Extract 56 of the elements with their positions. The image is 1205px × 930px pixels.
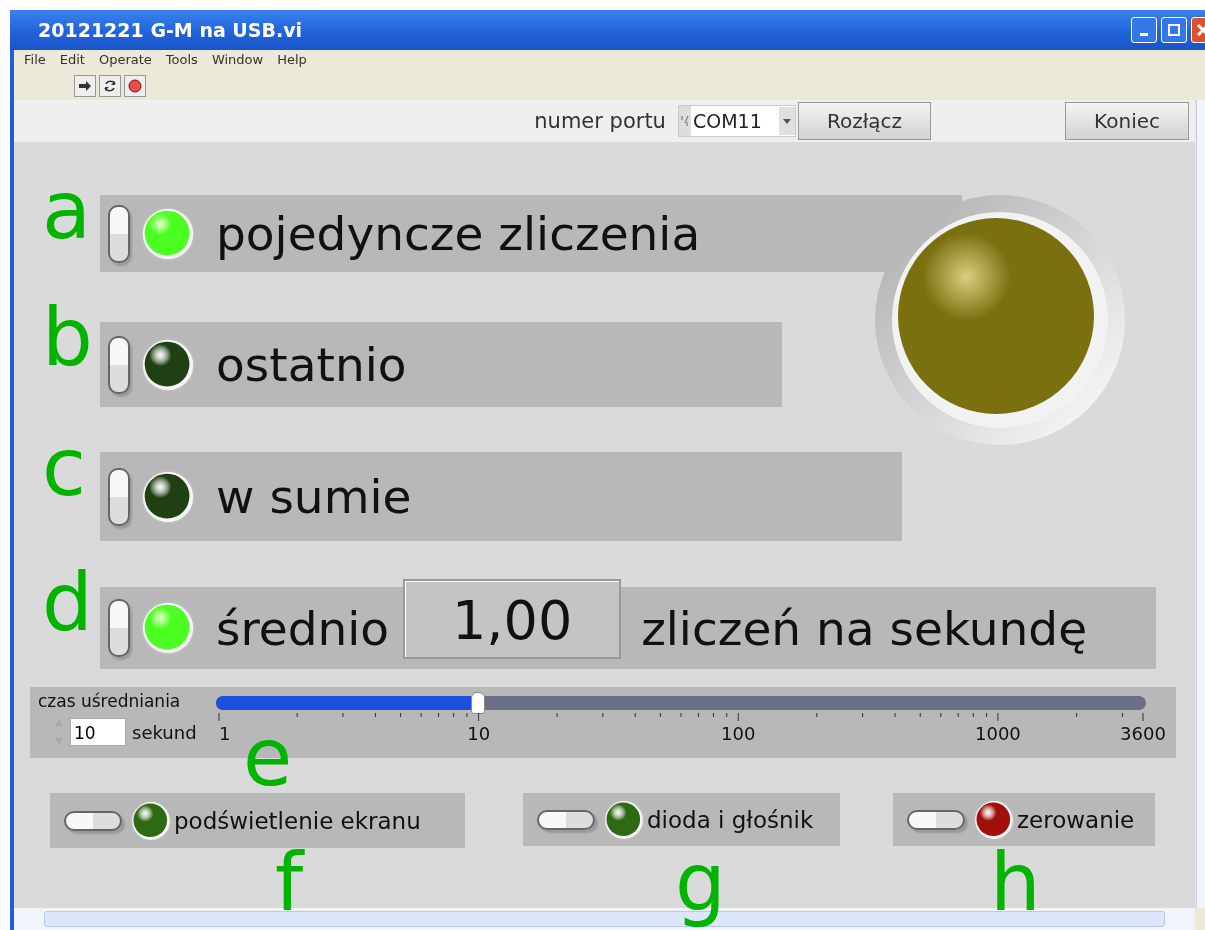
port-label: numer portu [534, 109, 666, 133]
window-title: 20121221 G-M na USB.vi [38, 19, 304, 41]
letter-label: g [675, 838, 726, 928]
maximize-icon [1168, 24, 1180, 36]
slider-thumb[interactable] [471, 692, 486, 714]
toggle-switch[interactable] [907, 809, 965, 830]
menu-item[interactable]: Window [211, 52, 264, 72]
slider-label: czas uśredniania [38, 691, 181, 711]
indicator-label: w sumie [216, 469, 412, 524]
unit-label: zliczeń na sekundę [641, 600, 1088, 656]
menu-item[interactable]: Help [277, 52, 307, 72]
minimize-button[interactable] [1131, 17, 1157, 43]
maximize-button[interactable] [1161, 17, 1187, 43]
letter-label: c [42, 432, 86, 504]
tick-label: 10 [467, 723, 491, 744]
switch-label: zerowanie [1017, 806, 1135, 833]
numeric-display: 1,00 [403, 579, 622, 659]
letter-label: h [990, 838, 1041, 928]
dropdown-arrow-icon [782, 118, 791, 124]
run-button[interactable] [74, 75, 96, 97]
cycle-arrows-icon [103, 79, 117, 93]
menu-item[interactable]: Operate [98, 52, 152, 72]
letter-label: f [275, 838, 304, 928]
toggle-switch[interactable] [108, 204, 130, 263]
tick-label: 1000 [975, 723, 1021, 744]
io-icon [678, 106, 691, 136]
end-button[interactable]: Koniec [1065, 102, 1189, 140]
indicator-label: ostatnio [216, 337, 407, 392]
indicator-label: średnio [216, 600, 390, 656]
switch-label: podświetlenie ekranu [174, 807, 421, 834]
toggle-switch[interactable] [108, 467, 130, 526]
switch-label: dioda i głośnik [647, 806, 814, 833]
indicator-label: pojedyncze zliczenia [216, 206, 701, 261]
unit-label: sekund [132, 721, 197, 743]
letter-label: e [243, 722, 293, 794]
toggle-switch[interactable] [64, 810, 122, 831]
arrow-icon [78, 80, 92, 92]
numeric-input[interactable]: 10 [70, 718, 126, 746]
menu-item[interactable]: File [24, 52, 46, 72]
menu-item[interactable]: Edit [59, 52, 85, 72]
minimize-icon [1140, 32, 1148, 36]
abort-button[interactable] [124, 75, 146, 97]
port-dropdown[interactable]: COM11 [677, 105, 796, 137]
tick-label: 1 [219, 723, 231, 744]
disconnect-button[interactable]: Rozłącz [797, 102, 932, 140]
stop-icon [128, 79, 142, 93]
menu-item[interactable]: Tools [165, 52, 198, 72]
toggle-switch[interactable] [108, 335, 130, 394]
tick-label: 100 [721, 723, 756, 744]
run-continuously-button[interactable] [99, 75, 121, 97]
letter-label: b [42, 302, 93, 374]
letter-label: d [42, 567, 93, 639]
toggle-switch[interactable] [537, 809, 595, 830]
toggle-switch[interactable] [108, 599, 130, 657]
tick-label: 3600 [1120, 723, 1166, 744]
letter-label: a [42, 175, 92, 247]
